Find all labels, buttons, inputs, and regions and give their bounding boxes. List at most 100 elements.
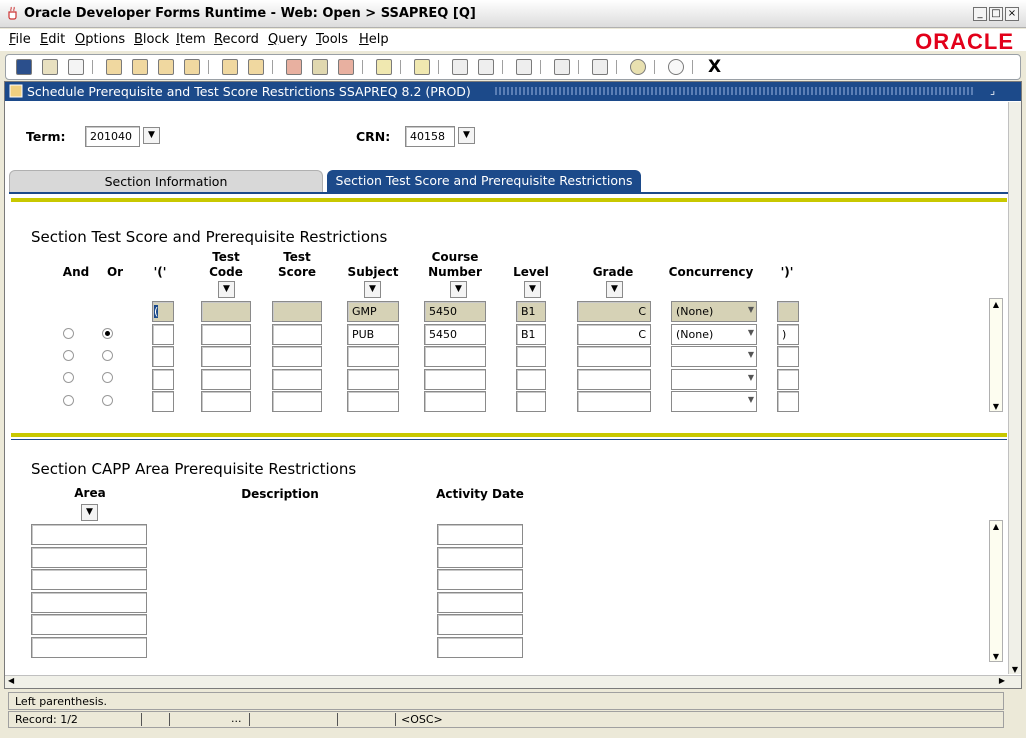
menu-edit[interactable]: Edit bbox=[40, 32, 65, 47]
minimize-button[interactable]: _ bbox=[973, 7, 987, 21]
rparen-field[interactable] bbox=[777, 301, 799, 322]
test-code-lov-button[interactable]: ▼ bbox=[218, 281, 235, 298]
activity-date-field[interactable] bbox=[437, 637, 523, 658]
scroll-down-icon[interactable]: ▼ bbox=[1009, 665, 1021, 674]
or-radio[interactable] bbox=[102, 328, 113, 339]
term-input[interactable]: 201040 bbox=[85, 126, 140, 147]
test-code-field[interactable] bbox=[201, 369, 251, 390]
area-field[interactable] bbox=[31, 592, 147, 613]
grade-field[interactable] bbox=[577, 369, 651, 390]
rparen-field[interactable] bbox=[777, 369, 799, 390]
scroll-up-icon[interactable]: ▲ bbox=[990, 521, 1002, 533]
test-code-field[interactable] bbox=[201, 324, 251, 345]
menu-options[interactable]: Options bbox=[75, 32, 125, 47]
menu-block[interactable]: Block bbox=[134, 32, 169, 47]
print-icon[interactable] bbox=[414, 59, 430, 75]
course-number-field[interactable] bbox=[424, 369, 486, 390]
area-field[interactable] bbox=[31, 524, 147, 545]
or-radio[interactable] bbox=[102, 395, 113, 406]
activity-date-field[interactable] bbox=[437, 524, 523, 545]
area-field[interactable] bbox=[31, 614, 147, 635]
course-lov-button[interactable]: ▼ bbox=[450, 281, 467, 298]
test-code-field[interactable] bbox=[201, 301, 251, 322]
save-icon[interactable] bbox=[16, 59, 32, 75]
navigation-icon[interactable] bbox=[554, 59, 570, 75]
print-doc-icon[interactable] bbox=[68, 59, 84, 75]
and-radio[interactable] bbox=[63, 328, 74, 339]
term-lov-button[interactable]: ▼ bbox=[143, 127, 160, 144]
subject-lov-button[interactable]: ▼ bbox=[364, 281, 381, 298]
crn-input[interactable]: 40158 bbox=[405, 126, 455, 147]
test-rows-scrollbar[interactable]: ▲ ▼ bbox=[989, 298, 1003, 412]
course-number-field[interactable] bbox=[424, 346, 486, 367]
area-field[interactable] bbox=[31, 569, 147, 590]
window-vertical-scrollbar[interactable]: ▼ bbox=[1008, 102, 1021, 674]
scroll-down-icon[interactable]: ▼ bbox=[990, 402, 1002, 411]
course-number-field[interactable]: 5450 bbox=[424, 324, 486, 345]
enter-query-icon[interactable] bbox=[222, 59, 238, 75]
level-lov-button[interactable]: ▼ bbox=[524, 281, 541, 298]
concurrency-select[interactable]: ▼ bbox=[671, 369, 757, 390]
options-icon[interactable] bbox=[592, 59, 608, 75]
lparen-field[interactable] bbox=[152, 369, 174, 390]
tab-section-test-score[interactable]: Section Test Score and Prerequisite Rest… bbox=[327, 170, 641, 192]
level-field[interactable] bbox=[516, 391, 546, 412]
subject-field[interactable]: GMP bbox=[347, 301, 399, 322]
level-field[interactable]: B1 bbox=[516, 301, 546, 322]
scroll-down-icon[interactable]: ▼ bbox=[990, 652, 1002, 661]
test-code-field[interactable] bbox=[201, 346, 251, 367]
help-icon[interactable] bbox=[630, 59, 646, 75]
test-code-field[interactable] bbox=[201, 391, 251, 412]
test-score-field[interactable] bbox=[272, 346, 322, 367]
window-horizontal-scrollbar[interactable]: ◀ ▶ bbox=[5, 675, 1021, 688]
activity-date-field[interactable] bbox=[437, 547, 523, 568]
lparen-field[interactable]: ( bbox=[152, 301, 174, 322]
copy-icon[interactable] bbox=[376, 59, 392, 75]
area-lov-button[interactable]: ▼ bbox=[81, 504, 98, 521]
level-field[interactable]: B1 bbox=[516, 324, 546, 345]
rparen-field[interactable] bbox=[777, 346, 799, 367]
and-radio[interactable] bbox=[63, 350, 74, 361]
menu-query[interactable]: Query bbox=[268, 32, 308, 47]
lparen-field[interactable] bbox=[152, 324, 174, 345]
rparen-field[interactable] bbox=[777, 391, 799, 412]
or-radio[interactable] bbox=[102, 350, 113, 361]
grade-field[interactable] bbox=[577, 391, 651, 412]
scroll-up-icon[interactable]: ▲ bbox=[990, 299, 1002, 311]
capp-rows-scrollbar[interactable]: ▲ ▼ bbox=[989, 520, 1003, 662]
rparen-field[interactable]: ) bbox=[777, 324, 799, 345]
grade-lov-button[interactable]: ▼ bbox=[606, 281, 623, 298]
test-score-field[interactable] bbox=[272, 324, 322, 345]
list-values-icon[interactable] bbox=[478, 59, 494, 75]
insert-record-icon[interactable] bbox=[286, 59, 302, 75]
cancel-query-icon[interactable] bbox=[338, 59, 354, 75]
maximize-button[interactable]: □ bbox=[989, 7, 1003, 21]
lightbulb-icon[interactable] bbox=[668, 59, 684, 75]
form-minimize-icon[interactable]: ⌟ bbox=[990, 84, 995, 97]
menu-help[interactable]: Help bbox=[359, 32, 389, 47]
activity-date-field[interactable] bbox=[437, 614, 523, 635]
menu-file[interactable]: File bbox=[9, 32, 31, 47]
previous-record-icon[interactable] bbox=[158, 59, 174, 75]
menu-item[interactable]: Item bbox=[176, 32, 206, 47]
subject-field[interactable] bbox=[347, 369, 399, 390]
activity-date-field[interactable] bbox=[437, 592, 523, 613]
grade-field[interactable]: C bbox=[577, 324, 651, 345]
execute-query-icon[interactable] bbox=[248, 59, 264, 75]
exit-button[interactable]: X bbox=[708, 57, 721, 77]
level-field[interactable] bbox=[516, 346, 546, 367]
level-field[interactable] bbox=[516, 369, 546, 390]
tab-section-information[interactable]: Section Information bbox=[9, 170, 323, 192]
test-score-field[interactable] bbox=[272, 301, 322, 322]
test-score-field[interactable] bbox=[272, 369, 322, 390]
next-record-icon[interactable] bbox=[184, 59, 200, 75]
menu-record[interactable]: Record bbox=[214, 32, 259, 47]
and-radio[interactable] bbox=[63, 372, 74, 383]
concurrency-select[interactable]: (None) ▼ bbox=[671, 324, 757, 345]
lparen-field[interactable] bbox=[152, 346, 174, 367]
grade-field[interactable] bbox=[577, 346, 651, 367]
remove-record-icon[interactable] bbox=[312, 59, 328, 75]
concurrency-select[interactable]: ▼ bbox=[671, 346, 757, 367]
course-number-field[interactable] bbox=[424, 391, 486, 412]
concurrency-select[interactable]: ▼ bbox=[671, 391, 757, 412]
